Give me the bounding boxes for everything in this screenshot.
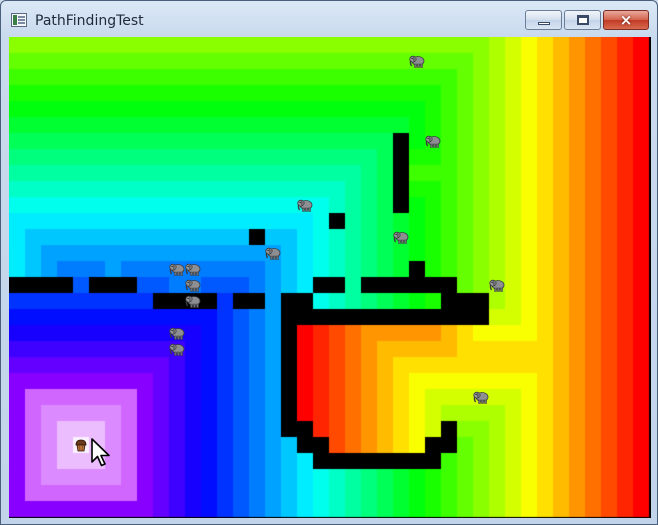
elephant-icon[interactable] (169, 261, 185, 277)
elephant-icon[interactable] (297, 197, 313, 213)
elephant-icon[interactable] (425, 133, 441, 149)
app-window: PathFindingTest × (0, 0, 658, 525)
elephant-icon[interactable] (169, 325, 185, 341)
title-bar[interactable]: PathFindingTest × (1, 1, 657, 37)
maximize-button[interactable] (564, 10, 601, 30)
elephant-icon[interactable] (393, 229, 409, 245)
minimize-button[interactable] (525, 10, 562, 30)
game-viewport[interactable] (9, 37, 651, 518)
minimize-icon (538, 22, 550, 25)
arrow-cursor-icon (91, 438, 110, 467)
muffin-icon[interactable] (73, 437, 89, 453)
elephant-icon[interactable] (185, 293, 201, 309)
elephant-icon[interactable] (185, 261, 201, 277)
elephant-icon[interactable] (489, 277, 505, 293)
close-icon: × (619, 11, 633, 29)
elephant-icon[interactable] (409, 53, 425, 69)
close-button[interactable]: × (603, 10, 649, 30)
window-controls: × (523, 10, 649, 30)
elephant-icon[interactable] (185, 277, 201, 293)
elephant-icon[interactable] (169, 341, 185, 357)
elephant-icon[interactable] (265, 245, 281, 261)
window-title: PathFindingTest (35, 13, 144, 29)
maximize-icon (577, 15, 589, 25)
elephant-icon[interactable] (473, 389, 489, 405)
app-window-icon[interactable] (11, 13, 27, 27)
